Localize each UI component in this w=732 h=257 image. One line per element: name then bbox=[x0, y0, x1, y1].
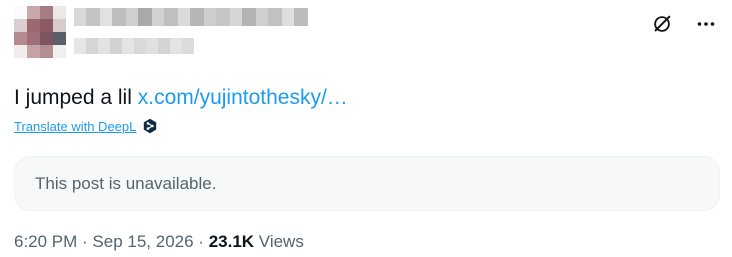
post-meta: 6:20 PM · Sep 15, 2026 · 23.1K Views bbox=[14, 232, 304, 252]
more-icon[interactable] bbox=[694, 12, 718, 36]
quoted-post-status: This post is unavailable. bbox=[35, 173, 217, 193]
post-text: I jumped a lil x.com/yujintothesky/… bbox=[14, 84, 348, 112]
post-link[interactable]: x.com/yujintothesky/… bbox=[138, 86, 348, 109]
post-time[interactable]: 6:20 PM bbox=[14, 232, 77, 251]
deepl-icon bbox=[142, 118, 158, 134]
quoted-post-card[interactable]: This post is unavailable. bbox=[14, 156, 720, 211]
avatar[interactable] bbox=[14, 6, 66, 58]
author-name-redacted[interactable] bbox=[74, 8, 308, 26]
views-label: Views bbox=[254, 232, 304, 251]
post-text-body: I jumped a lil bbox=[14, 86, 138, 109]
author-handle-redacted[interactable] bbox=[74, 38, 194, 54]
meta-separator: · bbox=[193, 232, 209, 251]
grok-icon[interactable] bbox=[650, 12, 674, 36]
header-actions bbox=[650, 12, 718, 36]
post-date[interactable]: Sep 15, 2026 bbox=[92, 232, 193, 251]
post: I jumped a lil x.com/yujintothesky/… Tra… bbox=[0, 0, 732, 257]
views-count[interactable]: 23.1K bbox=[209, 232, 254, 251]
meta-separator: · bbox=[77, 232, 93, 251]
translate-link[interactable]: Translate with DeepL bbox=[14, 119, 136, 134]
translate-row: Translate with DeepL bbox=[14, 118, 158, 134]
